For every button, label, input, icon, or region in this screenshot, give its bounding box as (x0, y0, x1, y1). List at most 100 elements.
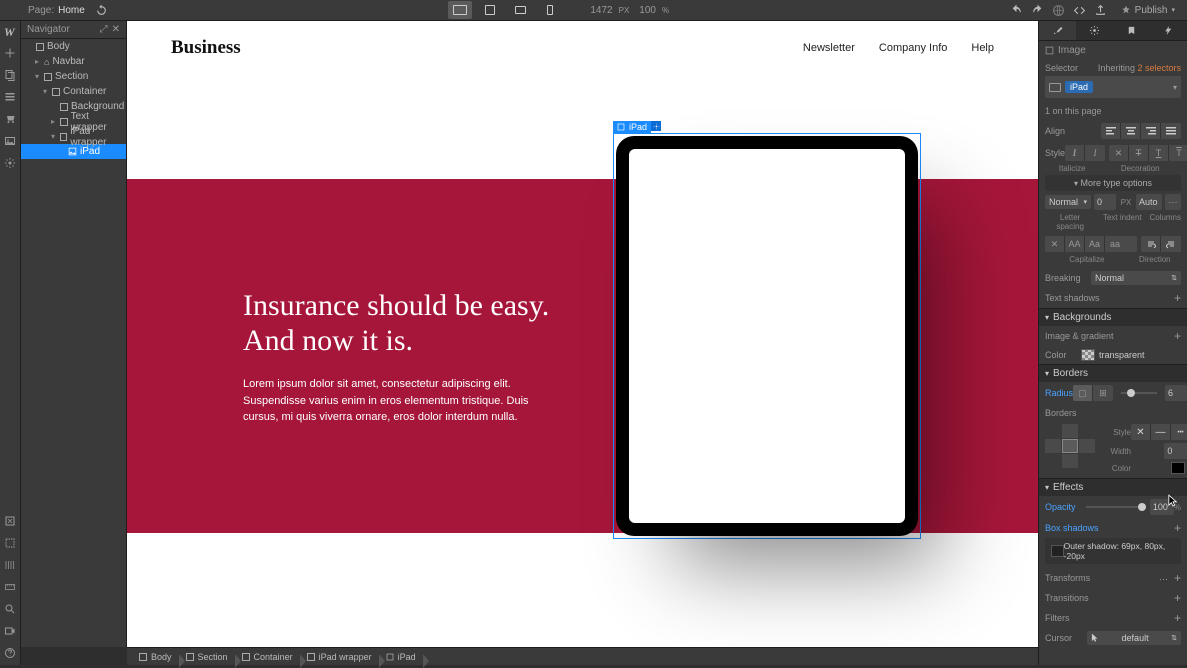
add-transition-button[interactable]: + (1174, 591, 1181, 605)
device-mobile-button[interactable] (538, 1, 562, 19)
border-color-swatch[interactable] (1171, 462, 1185, 474)
code-icon[interactable] (1073, 4, 1086, 17)
redo-icon[interactable] (1031, 4, 1044, 17)
sub-columns: Columns (1149, 213, 1181, 231)
breaking-select[interactable]: Normal⇅ (1091, 271, 1181, 285)
crumb-section[interactable]: Section (180, 652, 236, 662)
style-tab-interactions[interactable] (1150, 21, 1187, 40)
webflow-logo-icon[interactable]: W (4, 25, 16, 37)
add-box-shadow-button[interactable]: + (1174, 521, 1181, 535)
crumb-ipad[interactable]: iPad (380, 652, 424, 662)
effects-section[interactable]: ▾Effects (1039, 478, 1187, 496)
sub-letter-spacing: Letter spacing (1045, 213, 1095, 231)
bg-color-swatch[interactable] (1081, 349, 1095, 361)
device-tablet-landscape-button[interactable] (508, 1, 532, 19)
radius-mode-buttons[interactable]: ▢⊞ (1073, 385, 1113, 401)
sub-text-indent: Text indent (1097, 213, 1147, 231)
more-type-options[interactable]: ▾ More type options (1045, 175, 1181, 191)
selection-badge[interactable]: iPad (613, 121, 651, 133)
navigator-panel: Navigator ⤢ ✕ Body ▸⌂Navbar ▾Section ▾Co… (21, 21, 127, 647)
border-style-buttons[interactable]: ✕—┅⋯ (1131, 424, 1187, 440)
style-tab-settings[interactable] (1076, 21, 1113, 40)
canvas-width[interactable]: 1472 (590, 5, 612, 16)
pages-icon[interactable] (4, 69, 16, 81)
canvas[interactable]: Business Newsletter Company Info Help In… (127, 21, 1038, 647)
ipad-screen (629, 149, 905, 523)
decoration-buttons[interactable]: ✕ T T T (1109, 145, 1187, 161)
tree-row-container[interactable]: ▾Container (21, 84, 126, 99)
opacity-input[interactable] (1150, 499, 1174, 515)
add-bg-button[interactable]: + (1174, 329, 1181, 343)
align-buttons[interactable] (1101, 123, 1181, 139)
ipad-element[interactable] (616, 136, 918, 536)
text-indent-input[interactable] (1136, 194, 1162, 210)
selector-input[interactable]: iPad ▾ (1045, 76, 1181, 98)
page-name[interactable]: Home (58, 5, 85, 16)
assets-icon[interactable] (4, 135, 16, 147)
style-tab-manager[interactable] (1113, 21, 1150, 40)
canvas-zoom[interactable]: 100 (639, 5, 656, 16)
tree-row-section[interactable]: ▾Section (21, 69, 126, 84)
radius-slider[interactable] (1121, 392, 1157, 394)
publish-button[interactable]: Publish ▾ (1115, 3, 1181, 18)
transitions-label: Transitions (1045, 593, 1089, 603)
device-tablet-button[interactable] (478, 1, 502, 19)
image-icon (1045, 46, 1054, 55)
tree-row-ipad-wrapper[interactable]: ▾iPad wrapper (21, 129, 126, 144)
device-desktop-button[interactable] (448, 1, 472, 19)
bg-color-value[interactable]: transparent (1099, 350, 1145, 360)
close-icon[interactable]: ✕ (112, 24, 120, 35)
selector-chip[interactable]: iPad (1065, 81, 1093, 93)
menu-newsletter[interactable]: Newsletter (803, 42, 855, 54)
cms-icon[interactable] (4, 91, 16, 103)
transforms-more[interactable]: ⋯ (1159, 574, 1168, 584)
filters-label: Filters (1045, 613, 1070, 623)
cursor-select[interactable]: default⇅ (1087, 631, 1181, 645)
undo-icon[interactable] (1010, 4, 1023, 17)
image-icon (68, 147, 77, 156)
columns-button[interactable]: ⋯ (1165, 194, 1181, 210)
export-icon[interactable] (1094, 4, 1107, 17)
help-icon[interactable] (4, 647, 16, 659)
capitalize-buttons[interactable]: ✕AAAaaa (1045, 236, 1137, 252)
ecommerce-icon[interactable] (4, 113, 16, 125)
crumb-container[interactable]: Container (236, 652, 301, 662)
settings-icon[interactable] (4, 157, 16, 169)
opacity-slider[interactable] (1086, 506, 1146, 508)
grid-icon[interactable] (4, 559, 16, 571)
add-filter-button[interactable]: + (1174, 611, 1181, 625)
ipad-selection[interactable]: iPad (613, 121, 921, 539)
letter-spacing-input[interactable] (1094, 194, 1116, 210)
breaking-label: Breaking (1045, 273, 1081, 283)
rocket-icon (1121, 5, 1131, 15)
style-tab-brush[interactable] (1039, 21, 1076, 40)
crumb-ipad-wrapper[interactable]: iPad wrapper (301, 652, 380, 662)
border-width-input[interactable] (1164, 443, 1187, 459)
add-transform-button[interactable]: + (1174, 571, 1181, 585)
video-icon[interactable] (4, 625, 16, 637)
borders-section[interactable]: ▾Borders (1039, 364, 1187, 382)
backgrounds-section[interactable]: ▾Backgrounds (1039, 308, 1187, 326)
ruler-icon[interactable] (4, 581, 16, 593)
audit-icon[interactable] (4, 515, 16, 527)
tree-row-navbar[interactable]: ▸⌂Navbar (21, 54, 126, 69)
direction-buttons[interactable] (1141, 236, 1181, 252)
selection-settings-button[interactable] (651, 121, 661, 131)
box-shadow-item[interactable]: Outer shadow: 69px, 80px, -20px (1045, 538, 1181, 564)
italic-buttons[interactable]: I I (1065, 145, 1105, 161)
inheriting-text[interactable]: Inheriting 2 selectors (1098, 63, 1181, 73)
radius-input[interactable] (1165, 385, 1187, 401)
reload-icon[interactable] (95, 4, 108, 17)
crumb-body[interactable]: Body (133, 652, 180, 662)
add-text-shadow-button[interactable]: + (1174, 291, 1181, 305)
globe-icon[interactable] (1052, 4, 1065, 17)
search-icon[interactable] (4, 603, 16, 615)
add-icon[interactable] (4, 47, 16, 59)
tree-row-body[interactable]: Body (21, 39, 126, 54)
font-weight-select[interactable]: Normal▾ (1045, 195, 1091, 209)
border-side-picker[interactable] (1045, 424, 1095, 474)
marquee-icon[interactable] (4, 537, 16, 549)
menu-help[interactable]: Help (971, 42, 994, 54)
collapse-icon[interactable]: ⤢ (100, 24, 108, 35)
menu-company[interactable]: Company Info (879, 42, 947, 54)
